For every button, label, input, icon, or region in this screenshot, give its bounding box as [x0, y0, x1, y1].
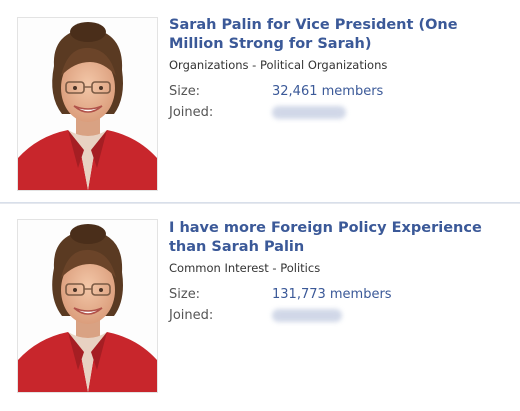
group-info: Sarah Palin for Vice President (One Mill… [169, 16, 509, 123]
portrait-image [18, 18, 157, 190]
size-value: 131,773 members [272, 287, 392, 302]
group-info: I have more Foreign Policy Experience th… [169, 219, 509, 326]
group-photo[interactable] [17, 17, 158, 191]
group-category: Common Interest - Politics [169, 261, 321, 275]
group-title-link[interactable]: Sarah Palin for Vice President (One Mill… [169, 16, 509, 54]
joined-label: Joined: [169, 308, 214, 323]
joined-name-redacted [272, 309, 342, 322]
size-row: Size: 131,773 members [169, 284, 509, 305]
group-card: I have more Foreign Policy Experience th… [0, 203, 520, 411]
joined-row: Joined: [169, 102, 509, 123]
group-list: Sarah Palin for Vice President (One Mill… [0, 0, 520, 411]
size-label: Size: [169, 287, 201, 302]
group-category: Organizations - Political Organizations [169, 58, 388, 72]
size-value: 32,461 members [272, 84, 384, 99]
size-row: Size: 32,461 members [169, 81, 509, 102]
group-title-link[interactable]: I have more Foreign Policy Experience th… [169, 219, 509, 257]
joined-row: Joined: [169, 305, 509, 326]
portrait-image [18, 220, 157, 392]
group-card: Sarah Palin for Vice President (One Mill… [0, 0, 520, 203]
size-label: Size: [169, 84, 201, 99]
group-photo[interactable] [17, 219, 158, 393]
joined-name-redacted [272, 106, 346, 119]
joined-label: Joined: [169, 105, 214, 120]
